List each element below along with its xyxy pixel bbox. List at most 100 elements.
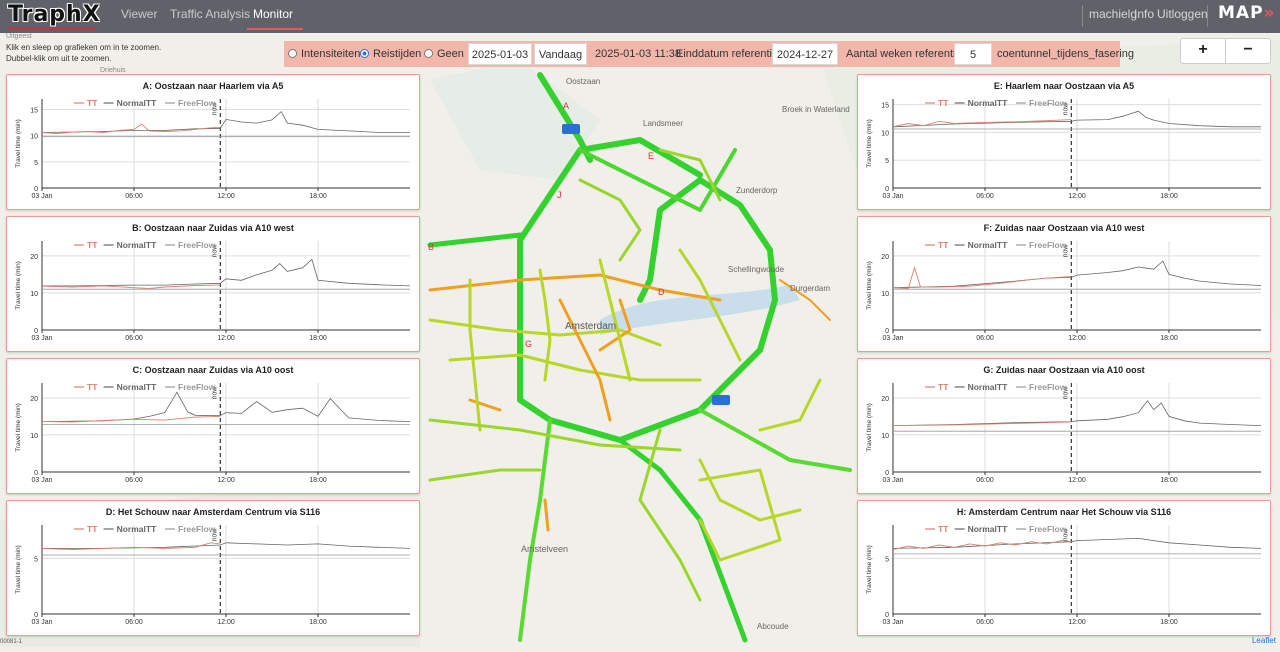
y-tick-label: 20 bbox=[30, 254, 38, 261]
chart-panel-b[interactable]: B: Oostzaan naar Zuidas via A10 west 0 10 2… bbox=[6, 216, 420, 352]
ref-weeks-label: Aantal weken referentie: bbox=[846, 48, 965, 60]
x-tick-label: 06:00 bbox=[976, 335, 994, 342]
place-label-landsmeer: Landsmeer bbox=[643, 119, 684, 128]
ref-date-input[interactable]: 2024-12-27 bbox=[772, 43, 838, 65]
y-tick-label: 10 bbox=[30, 433, 38, 440]
route-marker-a[interactable]: A bbox=[563, 101, 569, 111]
y-tick-label: 0 bbox=[885, 186, 889, 193]
x-tick-label: 03 Jan bbox=[31, 477, 52, 484]
nav-divider bbox=[1207, 5, 1208, 27]
chart-panel-e[interactable]: E: Haarlem naar Oostzaan via A5 0 5 10 15 03 … bbox=[857, 74, 1271, 210]
x-tick-label: 03 Jan bbox=[882, 477, 903, 484]
chart-svg: 0 5 10 15 03 Jan 06:00 12:00 18:00 Travel time (… bbox=[866, 98, 1261, 200]
nav-info[interactable]: Info bbox=[1134, 0, 1154, 28]
chart-panel-c[interactable]: C: Oostzaan naar Zuidas via A10 oost 0 10 2… bbox=[6, 358, 420, 494]
map-logo: MAP» bbox=[1218, 3, 1276, 23]
x-tick-label: 06:00 bbox=[125, 335, 143, 342]
radio-intensiteiten[interactable]: Intensiteiten bbox=[288, 41, 360, 67]
y-axis-label: Travel time (min) bbox=[15, 403, 22, 452]
date-input[interactable]: 2025-01-03 bbox=[468, 43, 532, 65]
config-select[interactable]: coentunnel_tijdens_fasering bbox=[997, 41, 1134, 67]
chart-panel-d[interactable]: D: Het Schouw naar Amsterdam Centrum via… bbox=[6, 500, 420, 636]
y-tick-label: 0 bbox=[34, 612, 38, 619]
map-logo-text: MAP bbox=[1218, 3, 1264, 23]
radio-label: Reistijden bbox=[373, 48, 422, 60]
x-tick-label: 12:00 bbox=[217, 335, 235, 342]
route-marker-d[interactable]: D bbox=[658, 287, 665, 297]
x-tick-label: 12:00 bbox=[217, 477, 235, 484]
top-navbar: TraphX Viewer Traffic Analysis Monitor m… bbox=[0, 0, 1280, 33]
nav-user[interactable]: machielg bbox=[1089, 0, 1137, 28]
control-bar: Intensiteiten Reistijden Geen 2025-01-03… bbox=[284, 41, 1134, 67]
x-tick-label: 06:00 bbox=[125, 193, 143, 200]
x-tick-label: 03 Jan bbox=[882, 619, 903, 626]
legend-label: FreeFlow bbox=[178, 524, 216, 534]
chart-panel-h[interactable]: H: Amsterdam Centrum naar Het Schouw via… bbox=[857, 500, 1271, 636]
series-line-tt bbox=[892, 540, 1072, 550]
y-tick-label: 0 bbox=[885, 612, 889, 619]
legend-label: TT bbox=[938, 524, 949, 534]
y-tick-label: 0 bbox=[34, 186, 38, 193]
legend-label: NormalTT bbox=[117, 382, 157, 392]
nav-viewer[interactable]: Viewer bbox=[121, 0, 157, 33]
x-tick-label: 18:00 bbox=[309, 335, 327, 342]
route-marker-b[interactable]: B bbox=[428, 242, 434, 252]
brand-underline bbox=[8, 27, 96, 30]
chart-svg: 0 10 20 03 Jan 06:00 12:00 18:00 Travel time (m… bbox=[15, 240, 411, 342]
place-label-zunderdorp: Zunderdorp bbox=[736, 186, 778, 195]
y-axis-label: Travel time (min) bbox=[866, 545, 873, 594]
legend-label: NormalTT bbox=[968, 382, 1008, 392]
zoom-control: + − bbox=[1180, 38, 1271, 64]
nav-logout[interactable]: Uitloggen bbox=[1157, 0, 1208, 28]
series-line-tt bbox=[892, 266, 1072, 289]
radio-icon bbox=[424, 49, 433, 58]
x-tick-label: 06:00 bbox=[125, 619, 143, 626]
chart-panel-g[interactable]: G: Zuidas naar Oostzaan via A10 oost 0 10 2… bbox=[857, 358, 1271, 494]
x-tick-label: 06:00 bbox=[976, 477, 994, 484]
zoom-in-button[interactable]: + bbox=[1181, 39, 1226, 63]
radio-reistijden[interactable]: Reistijden bbox=[360, 41, 421, 67]
place-label-abcoude: Abcoude bbox=[757, 622, 789, 631]
x-tick-label: 12:00 bbox=[217, 193, 235, 200]
y-tick-label: 0 bbox=[34, 470, 38, 477]
y-axis-label: Travel time (min) bbox=[15, 545, 22, 594]
chart-panel-f[interactable]: F: Zuidas naar Oostzaan via A10 west 0 10 2… bbox=[857, 216, 1271, 352]
legend-label: FreeFlow bbox=[1029, 240, 1067, 250]
chart-svg: 0 5 03 Jan 06:00 12:00 18:00 Travel time (min)… bbox=[15, 524, 411, 626]
y-tick-label: 5 bbox=[885, 158, 889, 165]
place-label-amsterdam: Amsterdam bbox=[565, 321, 617, 332]
legend-label: TT bbox=[938, 382, 949, 392]
zoom-out-button[interactable]: − bbox=[1226, 39, 1270, 63]
nav-monitor[interactable]: Monitor bbox=[246, 0, 304, 33]
chart-panel-a[interactable]: A: Oostzaan naar Haarlem via A5 0 5 10 15 03 … bbox=[6, 74, 420, 210]
x-tick-label: 06:00 bbox=[976, 619, 994, 626]
legend-label: FreeFlow bbox=[1029, 524, 1067, 534]
x-tick-label: 03 Jan bbox=[31, 619, 52, 626]
route-marker-g[interactable]: G bbox=[525, 339, 532, 349]
chart-svg: 0 5 10 15 03 Jan 06:00 12:00 18:00 Travel time (… bbox=[15, 98, 410, 200]
x-tick-label: 12:00 bbox=[1068, 477, 1086, 484]
legend-label: FreeFlow bbox=[178, 240, 216, 250]
leaflet-attribution[interactable]: Leaflet bbox=[1252, 636, 1276, 645]
radio-geen[interactable]: Geen bbox=[424, 41, 464, 67]
y-tick-label: 10 bbox=[30, 134, 38, 141]
vandaag-button[interactable]: Vandaag bbox=[534, 43, 587, 65]
legend-label: FreeFlow bbox=[1029, 382, 1067, 392]
y-tick-label: 10 bbox=[881, 130, 889, 137]
route-marker-e[interactable]: E bbox=[648, 151, 654, 161]
ref-weeks-input[interactable]: 5 bbox=[954, 43, 992, 65]
legend-label: TT bbox=[938, 240, 949, 250]
route-marker-j[interactable]: J bbox=[557, 190, 562, 200]
x-tick-label: 18:00 bbox=[1160, 193, 1178, 200]
y-tick-label: 0 bbox=[34, 328, 38, 335]
place-label-amstelveen: Amstelveen bbox=[521, 544, 569, 554]
y-axis-label: Travel time (min) bbox=[15, 261, 22, 310]
scale-text: 00081-1 bbox=[0, 639, 23, 645]
legend-label: NormalTT bbox=[117, 98, 157, 108]
nav-traffic-analysis[interactable]: Traffic Analysis bbox=[170, 0, 250, 33]
x-tick-label: 12:00 bbox=[1068, 193, 1086, 200]
place-label-durgerdam: Durgerdam bbox=[790, 284, 831, 293]
y-tick-label: 10 bbox=[881, 433, 889, 440]
radio-icon bbox=[288, 49, 297, 58]
current-timestamp: 2025-01-03 11:38 bbox=[595, 48, 682, 60]
